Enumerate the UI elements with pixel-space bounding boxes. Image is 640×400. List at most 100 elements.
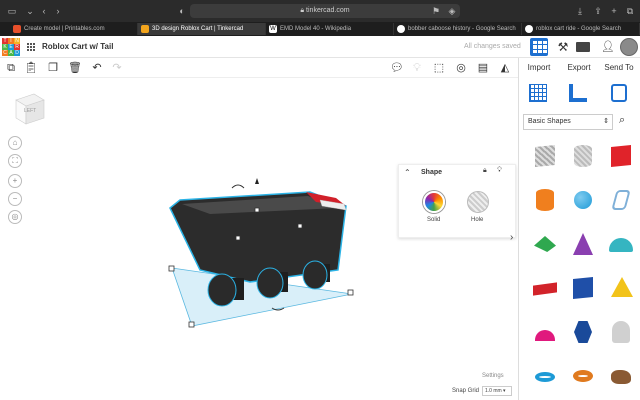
tab-label: roblox cart ride - Google Search (536, 26, 622, 32)
tab-wikipedia[interactable]: W EMD Model 40 - Wikipedia (266, 23, 394, 35)
shape-text[interactable] (531, 274, 559, 302)
duplicate-icon[interactable]: ❐ (46, 60, 60, 76)
new-tab-icon[interactable]: + (608, 4, 620, 18)
download-icon[interactable]: ⤓ (574, 4, 586, 18)
tab-google-cart[interactable]: roblox cart ride - Google Search (522, 23, 640, 35)
solid-button[interactable] (423, 191, 445, 213)
shape-pyramid[interactable] (607, 274, 635, 302)
import-button[interactable]: Import (519, 58, 559, 78)
tab-printables[interactable]: Create model | Printables.com (10, 23, 138, 35)
fit-view-icon[interactable]: ⛶ (8, 154, 22, 168)
shape-tube[interactable] (569, 362, 597, 390)
align-icon[interactable]: ▤ (476, 60, 490, 76)
forward-icon[interactable]: › (52, 4, 64, 18)
avatar[interactable] (620, 38, 638, 56)
resize-handle (235, 235, 241, 241)
tinkercad-favicon-icon (141, 25, 149, 33)
shape-polygon[interactable] (569, 318, 597, 346)
url-text: tinkercad.com (306, 7, 350, 14)
paste-icon[interactable]: 📋︎ (24, 60, 38, 76)
group-icon[interactable]: ⬚ (432, 60, 446, 76)
undo-icon[interactable]: ↶ (90, 60, 104, 76)
shape-cube[interactable] (569, 274, 597, 302)
shape-half-sphere[interactable] (531, 318, 559, 346)
resize-handle (254, 207, 260, 213)
shape-rock[interactable] (607, 362, 635, 390)
shape-box-hole[interactable] (531, 142, 559, 170)
light-icon[interactable]: 💡︎ (497, 167, 502, 175)
trash-icon[interactable]: 🗑︎ (68, 60, 82, 76)
bricks-icon[interactable] (576, 42, 590, 52)
redo-icon[interactable]: ↷ (110, 60, 124, 76)
shape-panel-title: Shape (421, 169, 443, 176)
workplane-viewport[interactable]: LEFT ⌂ ⛶ + − ◎ ⌃ Shape 🔒︎ 💡︎ Solid Hole … (0, 78, 518, 400)
shape-torus[interactable] (531, 362, 559, 390)
shape-round-roof[interactable] (607, 230, 635, 258)
cart-model[interactable] (160, 178, 370, 338)
grid-menu-icon[interactable] (26, 42, 35, 51)
wheel-right (302, 260, 330, 290)
search-icon[interactable]: ⌕ (619, 114, 625, 127)
home-view-icon[interactable]: ⌂ (8, 136, 22, 150)
shape-paraboloid[interactable] (607, 318, 635, 346)
wikipedia-favicon-icon: W (269, 25, 277, 33)
zoom-in-icon[interactable]: + (8, 174, 22, 188)
rotate-handle (231, 184, 245, 189)
notes-icon[interactable] (611, 84, 627, 102)
resize-handle (168, 265, 175, 272)
shape-cylinder-hole[interactable] (569, 142, 597, 170)
address-bar[interactable]: 🔒︎ tinkercad.com (190, 4, 460, 18)
shield-icon[interactable]: ◈ (446, 4, 458, 18)
back-icon[interactable]: ‹ (38, 4, 50, 18)
shape-scribble[interactable] (607, 186, 635, 214)
view-cube[interactable]: LEFT (12, 92, 46, 126)
shape-roof[interactable] (531, 230, 559, 258)
tab-google-caboose[interactable]: bobber caboose history - Google Search (394, 23, 522, 35)
lightbulb-icon[interactable]: 💡︎ (410, 60, 424, 76)
zoom-out-icon[interactable]: − (8, 192, 22, 206)
solid-label: Solid (427, 217, 441, 223)
shape-sphere[interactable] (569, 186, 597, 214)
notes-icon[interactable]: 💬︎ (390, 60, 404, 76)
mirror-icon[interactable]: ◭ (498, 60, 512, 76)
app-header: T I N K E R C A D Roblox Cart w/ Tail Al… (0, 36, 640, 58)
hole-label: Hole (471, 217, 484, 223)
resize-handle (297, 223, 303, 229)
hole-button[interactable] (467, 191, 489, 213)
workplane-icon[interactable] (529, 84, 547, 102)
tab-tinkercad[interactable]: 3D design Roblox Cart | Tinkercad (138, 23, 266, 35)
settings-button[interactable]: Settings (482, 373, 504, 379)
send-to-button[interactable]: Send To (599, 58, 639, 78)
tab-overview-icon[interactable]: ⧉ (624, 4, 636, 18)
translate-icon[interactable]: ⚑ (430, 4, 442, 18)
copy-icon[interactable]: ⧉ (4, 60, 18, 76)
tab-label: Create model | Printables.com (24, 26, 105, 32)
shape-cylinder[interactable] (531, 186, 559, 214)
add-user-icon[interactable]: 👤︎ (600, 39, 616, 55)
shape-inspector: ⌃ Shape 🔒︎ 💡︎ Solid Hole (398, 164, 516, 238)
tools-icon[interactable]: ⚒ (554, 38, 572, 56)
ungroup-icon[interactable]: ◎ (454, 60, 468, 76)
export-button[interactable]: Export (559, 58, 599, 78)
3d-view-button[interactable] (530, 38, 548, 56)
shape-grid (523, 138, 637, 400)
tinkercad-logo[interactable]: T I N K E R C A D (2, 38, 20, 56)
chevron-down-icon[interactable]: ⌄ (24, 4, 36, 18)
lock-icon[interactable]: 🔒︎ (483, 167, 487, 175)
privacy-icon[interactable]: ◐ (176, 4, 188, 18)
shape-box[interactable] (607, 142, 635, 170)
ruler-icon[interactable] (569, 84, 587, 102)
sidebar-icon[interactable]: ▭ (6, 4, 18, 18)
chevron-down-icon: ⇕ (603, 118, 609, 125)
panel-toggle-icon[interactable]: › (510, 232, 513, 243)
ortho-view-icon[interactable]: ◎ (8, 210, 22, 224)
category-select[interactable]: Basic Shapes ⇕ (523, 114, 613, 130)
snap-grid-select[interactable]: 1.0 mm ▾ (482, 386, 512, 396)
shape-cone[interactable] (569, 230, 597, 258)
shape-library-panel: Import Export Send To Basic Shapes ⇕ ⌕ (518, 58, 640, 400)
collapse-icon[interactable]: ⌃ (404, 168, 411, 177)
resize-handle (347, 289, 354, 296)
design-title[interactable]: Roblox Cart w/ Tail (42, 42, 113, 51)
share-icon[interactable]: ⇪ (592, 4, 604, 18)
category-value: Basic Shapes (528, 118, 571, 125)
